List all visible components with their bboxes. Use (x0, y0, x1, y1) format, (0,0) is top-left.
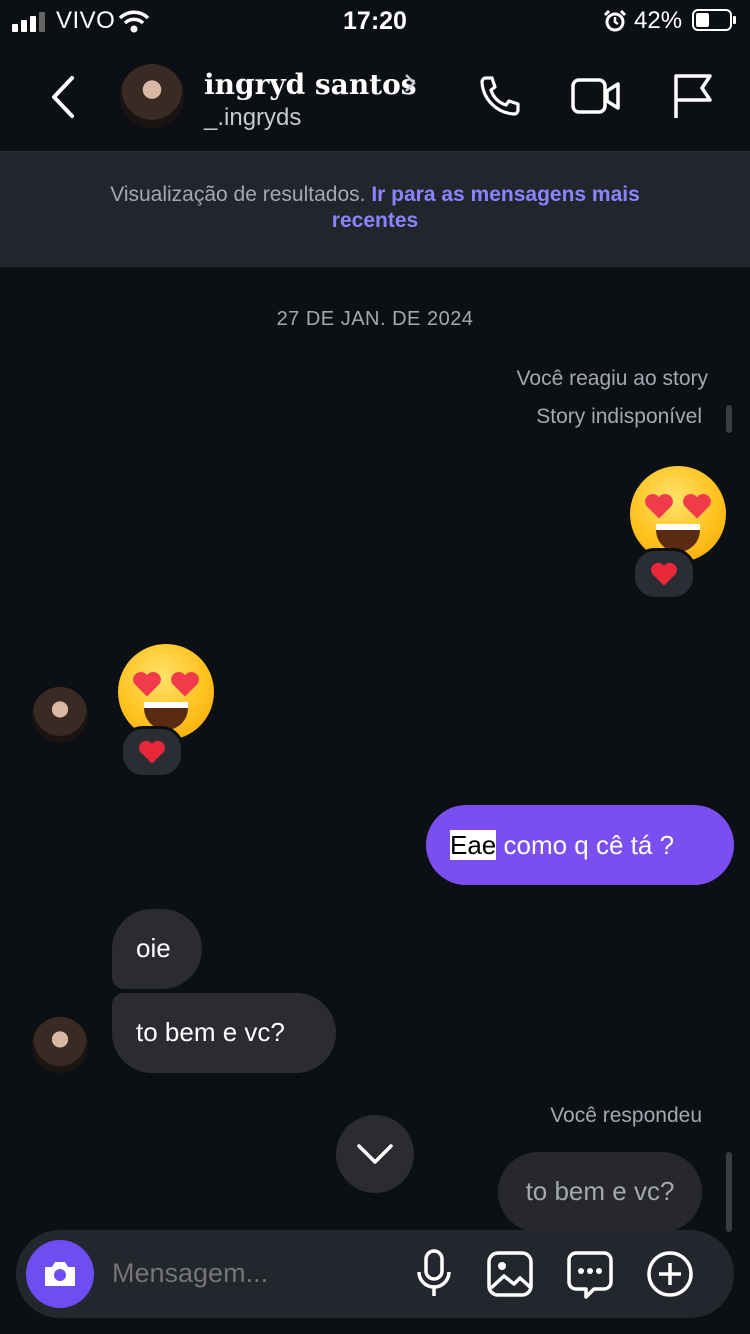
reply-label: Você respondeu (550, 1104, 702, 1127)
chevron-right-icon[interactable] (402, 72, 418, 94)
date-separator: 27 DE JAN. DE 2024 (276, 308, 474, 330)
message-text: oie (136, 933, 171, 963)
chat-header: ingryd santos _.ingryds (0, 44, 750, 150)
story-reply-bar (726, 405, 732, 433)
contact-username: _.ingryds (204, 104, 302, 131)
message-bubble-them[interactable]: oie (112, 909, 202, 989)
contact-name[interactable]: ingryd santos (204, 68, 417, 101)
video-icon[interactable] (570, 74, 622, 118)
phone-icon[interactable] (476, 72, 524, 120)
story-reaction-label: Você reagiu ao story (516, 367, 708, 390)
reply-bar (726, 1152, 732, 1232)
contact-avatar-small[interactable] (32, 1017, 88, 1073)
alarm-icon (603, 9, 627, 32)
message-text: como q cê tá ? (496, 830, 675, 860)
quoted-reply-text: to bem e vc? (525, 1176, 675, 1206)
add-icon[interactable] (646, 1250, 694, 1298)
contact-avatar-small[interactable] (32, 687, 88, 743)
message-bubble-them[interactable]: to bem e vc? (112, 993, 336, 1073)
flag-icon[interactable] (670, 72, 716, 120)
sticker-message-icon[interactable] (566, 1250, 614, 1300)
battery-icon (692, 9, 736, 31)
latest-messages-link[interactable]: Ir para as mensagens mais recentes (332, 183, 640, 232)
gallery-icon[interactable] (486, 1250, 534, 1298)
status-bar: VIVO 17:20 42% (0, 0, 750, 44)
quoted-reply-bubble[interactable]: to bem e vc? (498, 1152, 702, 1232)
heart-icon (651, 562, 677, 586)
contact-avatar[interactable] (120, 64, 184, 128)
message-text: to bem e vc? (136, 1017, 285, 1047)
message-bubble-me[interactable]: Eae como q cê tá ? (426, 805, 734, 885)
search-results-banner: Visualização de resultados. Ir para as m… (0, 151, 750, 267)
chevron-down-icon (357, 1144, 393, 1164)
heart-icon (139, 740, 165, 764)
camera-button[interactable] (26, 1240, 94, 1308)
message-input[interactable] (112, 1258, 392, 1289)
scroll-to-bottom-button[interactable] (336, 1115, 414, 1193)
microphone-icon[interactable] (414, 1248, 454, 1300)
back-icon[interactable] (46, 74, 80, 120)
camera-icon (45, 1262, 75, 1286)
reaction-badge[interactable] (120, 726, 184, 778)
battery-percent: 42% (634, 7, 683, 34)
banner-text: Visualização de resultados. (110, 183, 372, 206)
reaction-badge[interactable] (632, 548, 696, 600)
search-highlight: Eae (450, 830, 497, 860)
story-unavailable-label: Story indisponível (536, 405, 702, 428)
